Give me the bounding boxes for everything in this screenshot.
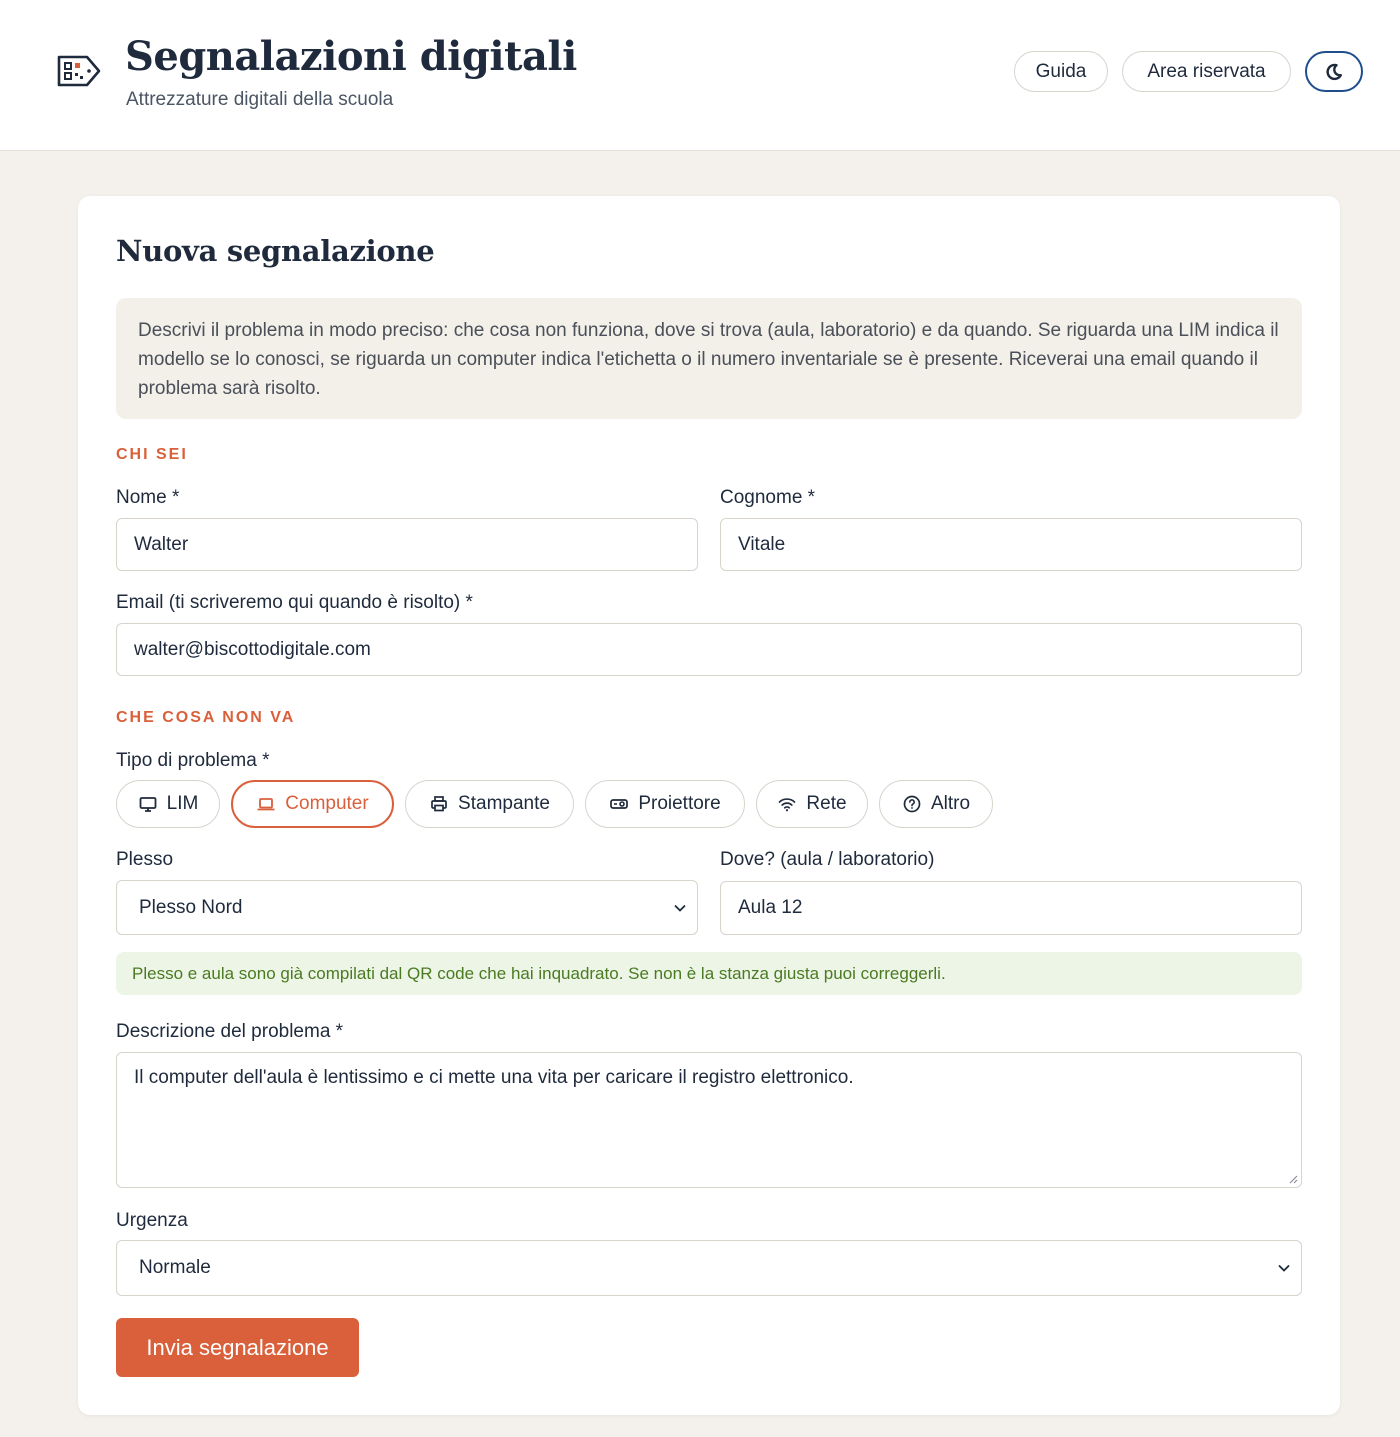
urgency-select-value: Normale	[139, 1257, 211, 1278]
ticket-qr-logo-icon	[57, 55, 101, 87]
help-circle-icon	[903, 795, 921, 813]
report-form-card: Nuova segnalazione Descrivi il problema …	[78, 196, 1340, 1415]
problem-type-label: Tipo di problema *	[116, 750, 270, 771]
chip-network[interactable]: Rete	[756, 780, 868, 828]
chip-label: Proiettore	[638, 793, 721, 814]
room-input[interactable]: Aula 12	[720, 881, 1302, 935]
chip-computer[interactable]: Computer	[231, 780, 394, 828]
chip-label: Altro	[930, 793, 971, 814]
email-input[interactable]: walter@biscottodigitale.com	[116, 623, 1302, 676]
theme-toggle-button[interactable]	[1305, 51, 1363, 92]
section-what: CHE COSA NON VA	[116, 709, 296, 726]
top-bar: Segnalazioni digitali Attrezzature digit…	[0, 0, 1400, 151]
projector-icon	[610, 799, 629, 809]
chevron-down-icon	[674, 904, 686, 912]
room-label: Dove? (aula / laboratorio)	[720, 849, 935, 870]
moon-icon	[1326, 63, 1342, 80]
form-title: Nuova segnalazione	[116, 234, 435, 268]
chip-label: Stampante	[458, 793, 550, 814]
wifi-icon	[779, 798, 796, 812]
section-who: CHI SEI	[116, 446, 188, 463]
qr-prefill-note: Plesso e aula sono già compilati dal QR …	[116, 952, 1302, 995]
building-select-value: Plesso Nord	[139, 896, 243, 918]
description-label: Descrizione del problema *	[116, 1021, 344, 1042]
app-subtitle: Attrezzature digitali della scuola	[126, 89, 394, 110]
building-label: Plesso	[116, 849, 174, 870]
urgency-label: Urgenza	[116, 1210, 188, 1231]
laptop-icon	[257, 798, 275, 811]
chip-label: Rete	[806, 793, 847, 814]
chip-other[interactable]: Altro	[879, 780, 993, 828]
app-title: Segnalazioni digitali	[125, 33, 577, 80]
last-name-label: Cognome *	[720, 487, 816, 508]
description-text: Il computer dell'aula è lentissimo e ci …	[134, 1067, 854, 1088]
resize-handle-icon[interactable]	[1288, 1174, 1298, 1184]
submit-button[interactable]: Invia segnalazione	[116, 1318, 359, 1377]
monitor-icon	[139, 797, 157, 812]
chip-label: Computer	[285, 793, 369, 814]
last-name-input[interactable]: Vitale	[720, 518, 1302, 571]
chip-printer[interactable]: Stampante	[405, 780, 574, 828]
urgency-select[interactable]: Normale	[116, 1240, 1302, 1296]
chip-label: LIM	[166, 793, 199, 814]
guide-button[interactable]: Guida	[1014, 51, 1108, 92]
printer-icon	[431, 796, 447, 812]
reserved-area-button[interactable]: Area riservata	[1122, 51, 1291, 92]
chip-projector[interactable]: Proiettore	[585, 780, 745, 828]
first-name-input[interactable]: Walter	[116, 518, 698, 571]
first-name-label: Nome *	[116, 487, 180, 508]
chevron-down-icon	[1278, 1264, 1290, 1272]
instructions-box: Descrivi il problema in modo preciso: ch…	[116, 298, 1302, 419]
chip-lim[interactable]: LIM	[116, 780, 220, 828]
building-select[interactable]: Plesso Nord	[116, 880, 698, 935]
description-textarea[interactable]: Il computer dell'aula è lentissimo e ci …	[116, 1052, 1302, 1188]
email-label: Email (ti scriveremo qui quando è risolt…	[116, 592, 473, 613]
